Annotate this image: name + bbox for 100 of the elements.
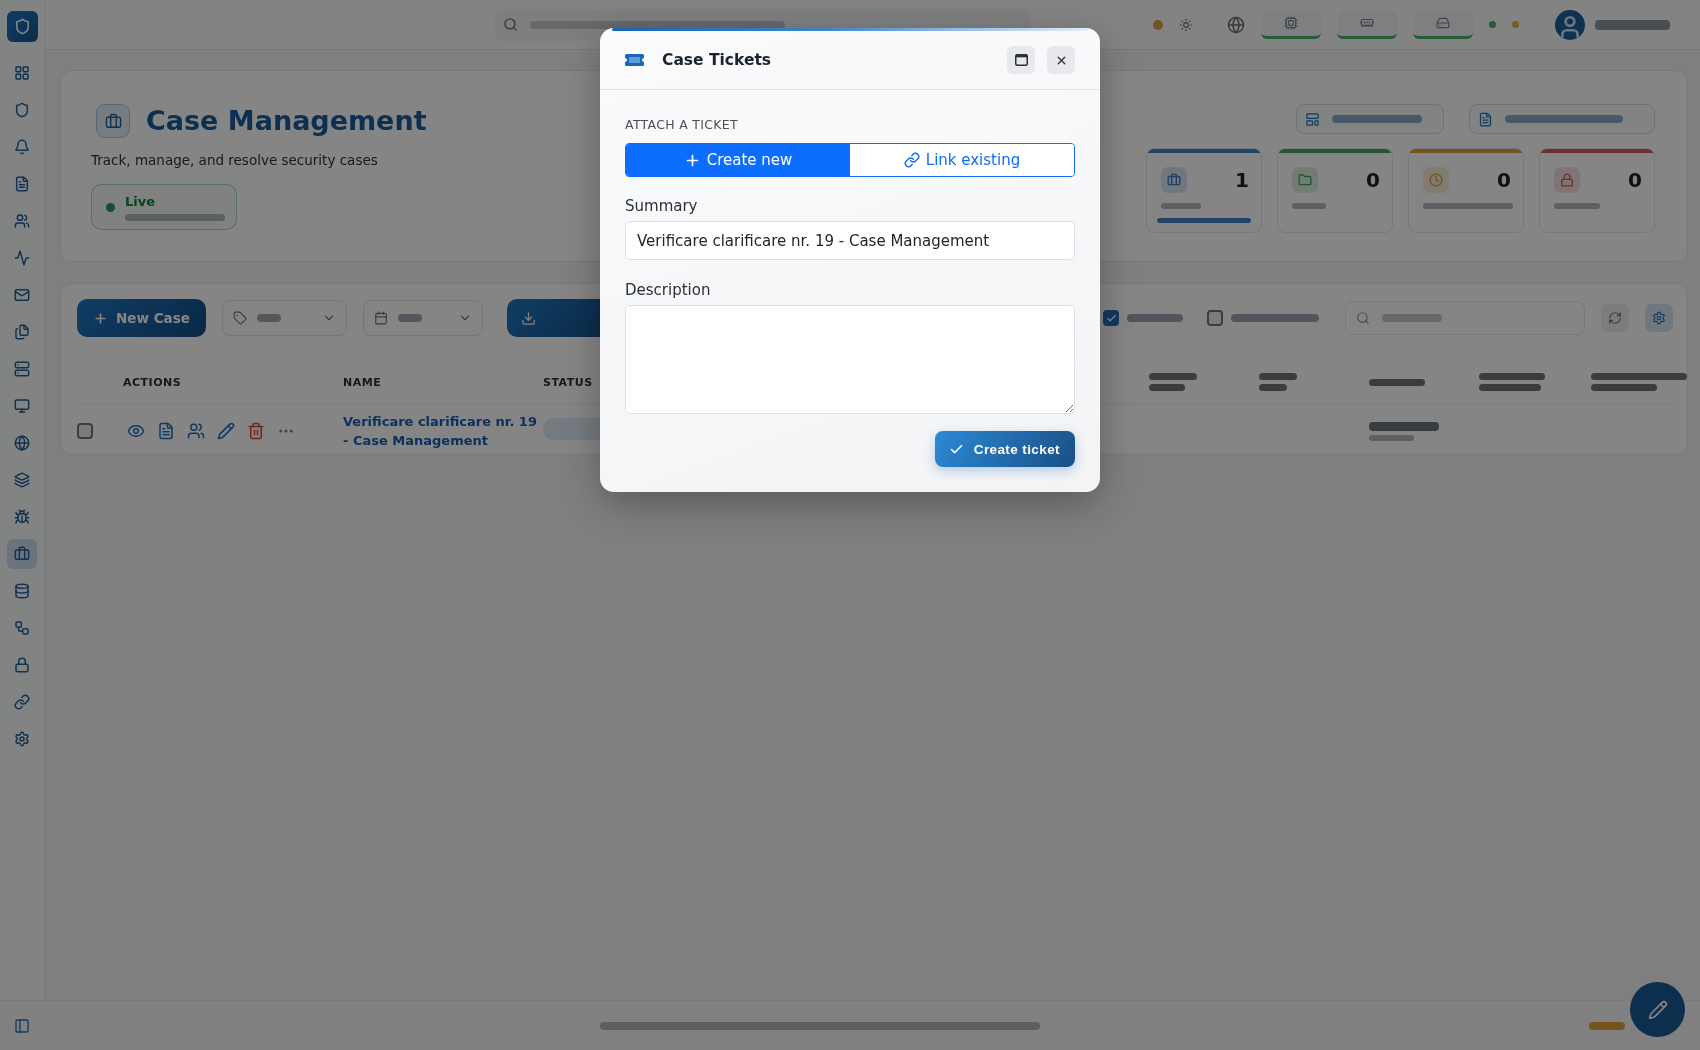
stat-value: 0 [1497,168,1511,192]
plus-icon [93,310,108,326]
text-placeholder-bar [1591,384,1657,391]
text-placeholder-bar [1369,434,1414,441]
text-placeholder-bar [1149,373,1197,380]
logo-icon[interactable] [6,11,38,42]
files-icon [14,324,30,340]
summary-field[interactable]: Verificare clarificare nr. 19 - Case Management [625,221,1075,260]
search-icon [503,17,518,32]
checkbox[interactable] [1207,310,1223,326]
settings-icon [1652,311,1666,325]
table-search-field[interactable] [1345,301,1585,335]
case-name-link[interactable]: Verificare clarificare nr. 19 - Case Management [343,412,538,450]
create-ticket-button[interactable]: Create ticket [934,431,1075,467]
check-icon [1105,312,1117,324]
link-icon [14,694,30,710]
column-header: NAME [343,375,383,389]
text-placeholder-bar [1369,421,1439,431]
users-icon [14,213,30,229]
stat-value: 0 [1628,168,1642,192]
server-icon [14,361,30,377]
drive-icon [1436,16,1450,30]
maximize-button[interactable] [1007,46,1035,74]
filter-select[interactable] [221,300,347,336]
database-icon [14,583,30,599]
column-header: ACTIONS [123,375,183,389]
download-icon [520,310,536,326]
text-placeholder-bar [1127,314,1183,322]
stat-value: 1 [1235,168,1249,192]
pulse-icon [14,250,30,266]
indicator-dot [1512,21,1519,28]
header-action-button[interactable] [1296,104,1444,134]
text-placeholder-bar [1479,384,1541,391]
new-case-button[interactable]: New Case [77,299,206,337]
dialog-title: Case Tickets [662,51,772,69]
text-placeholder-bar [1259,373,1297,380]
users-icon[interactable] [187,422,205,440]
text-placeholder-bar [1589,1021,1625,1030]
refresh-button[interactable] [1601,304,1629,332]
workflow-icon [14,620,30,636]
briefcase-icon [14,546,30,562]
page-subtitle: Track, manage, and resolve security cases [91,152,379,168]
text-placeholder-bar [1479,373,1545,380]
status-dot [106,202,115,212]
globe-icon[interactable] [1227,15,1245,34]
settings-icon [14,731,30,747]
monitor-icon [14,398,30,414]
search-icon [1356,311,1370,325]
page-title: Case Management [146,104,427,138]
text-placeholder-bar [1149,384,1185,391]
text-placeholder-bar [1382,314,1442,322]
layers-icon [14,472,30,488]
document-icon [14,176,30,192]
field-label: Description [625,280,712,300]
text-placeholder-bar [1369,378,1425,386]
indicator-dot [1489,21,1496,28]
status-dot [1153,19,1163,30]
description-field[interactable] [625,305,1075,414]
grid-icon [14,65,30,81]
mode-toggle[interactable]: Link existing [850,144,1074,176]
checkbox[interactable] [1103,310,1119,326]
ticket-icon [625,54,644,66]
refresh-icon [1608,311,1622,325]
chip-icon [1284,16,1298,30]
live-label: Live [125,193,157,209]
text-placeholder-bar [1161,203,1201,209]
row-checkbox[interactable] [77,423,93,439]
lock-icon [14,657,30,673]
tag-icon [232,311,247,325]
window-icon [1014,54,1028,66]
close-button[interactable] [1047,46,1075,74]
mode-toggle[interactable]: Create new [626,144,850,176]
document-icon [1478,111,1493,127]
text-placeholder-bar [397,314,422,322]
stat-value: 0 [1366,168,1380,192]
bug-icon [14,509,30,525]
filter-select[interactable] [362,300,483,336]
header-action-button[interactable] [1469,104,1655,134]
memory-stick-icon [1360,16,1374,30]
field-label: Summary [625,196,699,216]
document-icon[interactable] [157,422,175,440]
column-header: STATUS [543,375,594,389]
link-icon [903,152,920,168]
bell-icon [14,139,30,155]
mail-icon [14,287,30,303]
pencil-icon[interactable] [217,422,235,440]
avatar-icon[interactable] [1555,9,1585,40]
template-icon [1305,111,1320,127]
eye-icon[interactable] [127,422,145,440]
section-label: ATTACH A TICKET [625,116,739,133]
text-placeholder-bar [1259,384,1287,391]
text-placeholder-bar [1554,203,1600,209]
text-placeholder-bar [256,314,281,322]
globe-icon [14,435,30,451]
shield-icon [14,102,30,118]
pencil-icon [1647,999,1668,1020]
trash-icon[interactable] [247,422,265,440]
sun-icon[interactable] [1179,17,1193,32]
sidebar-toggle-icon[interactable] [14,1017,30,1034]
calendar-icon [373,311,388,325]
